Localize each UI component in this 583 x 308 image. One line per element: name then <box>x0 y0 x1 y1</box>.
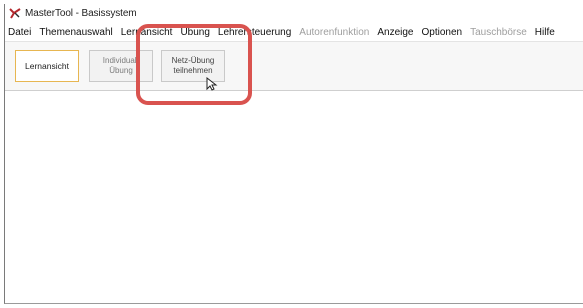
menu-uebung[interactable]: Übung <box>177 27 212 38</box>
menu-tauschboerse: Tauschbörse <box>470 26 527 38</box>
main-content-area <box>5 92 583 303</box>
menu-bar: Datei Themenauswahl Lernansicht Übung Le… <box>5 24 583 40</box>
mastertool-app-icon <box>9 7 21 19</box>
menu-datei[interactable]: Datei <box>5 27 34 38</box>
window-title: MasterTool - Basissystem <box>25 7 137 19</box>
individual-uebung-button[interactable]: Individual- Übung <box>89 50 153 82</box>
menu-autorenfunktion: Autorenfunktion <box>299 26 370 38</box>
menu-lehrersteuerung[interactable]: Lehrersteuerung <box>215 27 294 38</box>
menu-optionen[interactable]: Optionen <box>419 27 466 38</box>
menu-hilfe[interactable]: Hilfe <box>532 27 558 38</box>
toolbar: Lernansicht Individual- Übung Netz-Übung… <box>5 41 583 91</box>
menu-themenauswahl[interactable]: Themenauswahl <box>36 27 115 38</box>
netz-uebung-teilnehmen-button[interactable]: Netz-Übung teilnehmen <box>161 50 225 82</box>
menu-anzeige[interactable]: Anzeige <box>374 27 416 38</box>
app-window: MasterTool - Basissystem Datei Themenaus… <box>4 4 583 304</box>
menu-lernansicht[interactable]: Lernansicht <box>118 27 176 38</box>
title-bar: MasterTool - Basissystem <box>5 4 583 22</box>
lernansicht-button[interactable]: Lernansicht <box>15 50 79 82</box>
